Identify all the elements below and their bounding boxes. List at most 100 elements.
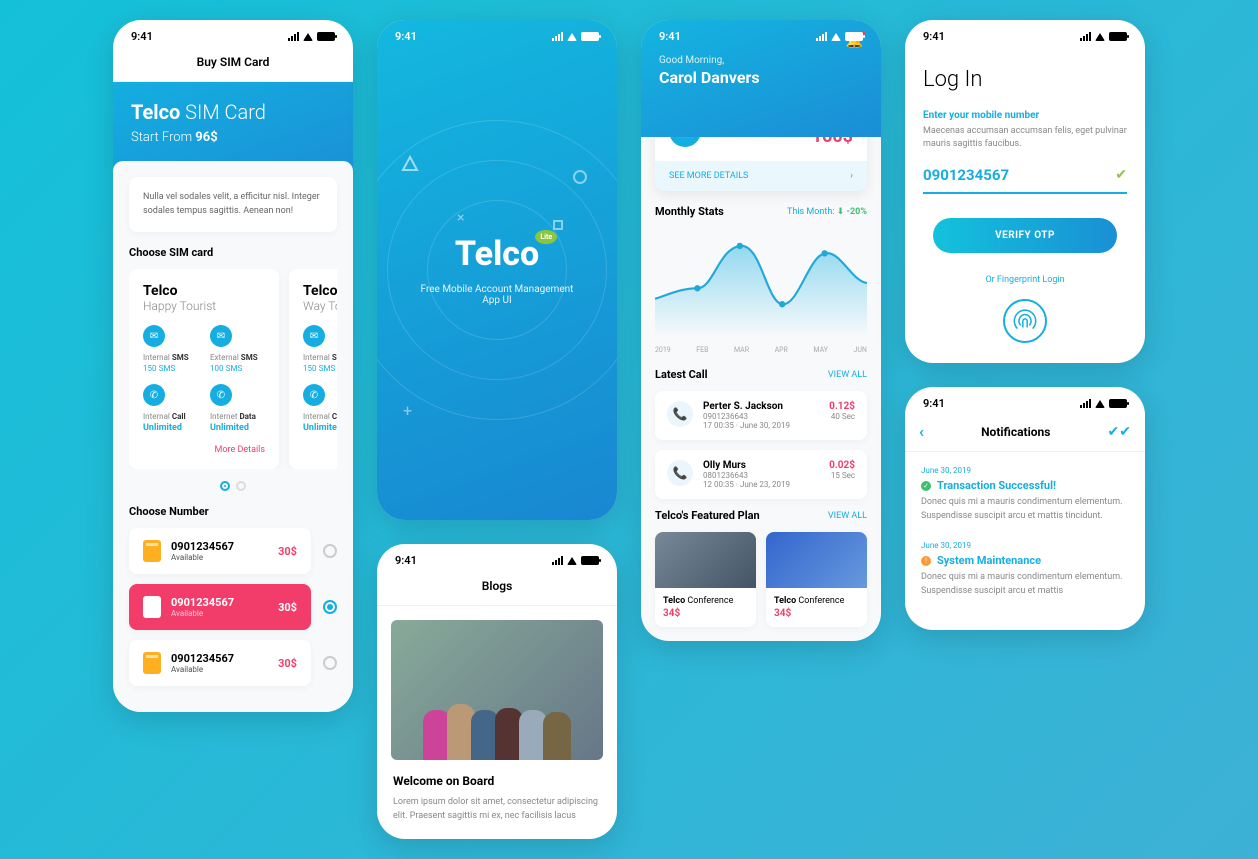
- sim-name: Way To C: [303, 299, 337, 313]
- check-icon: ✔: [1115, 167, 1127, 183]
- status-bar: 9:41: [905, 387, 1145, 414]
- see-more-link[interactable]: SEE MORE DETAILS ›: [655, 161, 867, 191]
- back-icon[interactable]: ‹: [919, 422, 924, 441]
- verify-otp-button[interactable]: VERIFY OTP: [933, 218, 1117, 253]
- status-time: 9:41: [659, 30, 681, 43]
- blog-hero-image[interactable]: [391, 620, 603, 760]
- screen-blogs: 9:41 Blogs Welcome on Board Lorem ipsum …: [377, 544, 617, 839]
- sim-chip-icon: [143, 652, 161, 674]
- phone-icon: 📞: [667, 401, 693, 427]
- hero-title: Telco SIM Card: [131, 100, 335, 124]
- call-icon: ✆: [303, 384, 325, 406]
- view-all-link[interactable]: VIEW ALL: [828, 511, 867, 521]
- status-icons: [288, 32, 335, 41]
- lite-badge: Lite: [535, 230, 557, 244]
- call-row[interactable]: 📞 Olly Murs080123664312 00:35 · June 23,…: [655, 450, 867, 499]
- status-bar: 9:41: [377, 544, 617, 571]
- radio[interactable]: [323, 544, 337, 558]
- status-time: 9:41: [395, 554, 417, 567]
- status-time: 9:41: [131, 30, 153, 43]
- pagination-dots[interactable]: [129, 481, 337, 491]
- screen-splash: 9:41 × + TelcoLite Free Mobile Account M…: [377, 20, 617, 520]
- fingerprint-icon[interactable]: [1003, 299, 1047, 343]
- blog-post-excerpt: Lorem ipsum dolor sit amet, consectetur …: [393, 796, 601, 823]
- choose-number-title: Choose Number: [129, 505, 337, 518]
- screen-buy-sim: 9:41 Buy SIM Card Telco SIM Card Start F…: [113, 20, 353, 712]
- sim-name: Happy Tourist: [143, 299, 265, 313]
- username: Carol Danvers: [659, 68, 863, 87]
- circle-icon: [573, 170, 587, 184]
- triangle-icon: [401, 155, 419, 173]
- sim-chip-icon: [143, 596, 161, 618]
- sim-chip-icon: [143, 540, 161, 562]
- status-icons: [1080, 32, 1127, 41]
- monthly-stats-title: Monthly Stats: [655, 205, 724, 218]
- screen-login: 9:41 Log In Enter your mobile number Mae…: [905, 20, 1145, 363]
- sim-body: Nulla vel sodales velit, a efficitur nis…: [113, 161, 353, 712]
- mobile-label: Enter your mobile number: [923, 110, 1127, 121]
- radio-selected[interactable]: [323, 600, 337, 614]
- plan-card[interactable]: Telco Conference34$: [766, 532, 867, 627]
- sms-icon: ✉: [143, 325, 165, 347]
- status-bar: 9:41: [113, 20, 353, 47]
- notif-item[interactable]: June 30, 2019 ✓Transaction Successful! D…: [921, 466, 1129, 523]
- splash-body: × + TelcoLite Free Mobile Account Manage…: [377, 20, 617, 520]
- sim-brand: Telco: [143, 283, 265, 299]
- notif-title: Notifications: [981, 425, 1050, 439]
- number-row-selected[interactable]: 0901234567Available 30$: [129, 584, 311, 630]
- x-icon: ×: [457, 210, 464, 226]
- number-row[interactable]: 0901234567Available 30$: [129, 640, 311, 686]
- sim-card-list[interactable]: Telco Happy Tourist ✉Internal SMS150 SMS…: [129, 269, 337, 469]
- mobile-value: 0901234567: [923, 166, 1009, 184]
- radio[interactable]: [323, 656, 337, 670]
- plan-card[interactable]: Telco Conference34$: [655, 532, 756, 627]
- plan-image: [655, 532, 756, 588]
- sim-card-way-to[interactable]: Telco Way To C ✉Internal SMS150 SMS ✆Int…: [289, 269, 337, 469]
- chart-axis: 2019FEBMARAPRMAYJUN: [655, 346, 867, 354]
- chevron-right-icon: ›: [850, 171, 853, 181]
- monthly-chart[interactable]: [655, 228, 867, 338]
- status-icons: [552, 32, 599, 41]
- navbar-title: Blogs: [377, 571, 617, 606]
- status-icons: [1080, 399, 1127, 408]
- square-icon: [553, 220, 563, 230]
- login-hint: Maecenas accumsan accumsan felis, eget p…: [923, 125, 1127, 150]
- success-icon: ✓: [921, 481, 931, 491]
- app-logo: TelcoLite: [455, 234, 539, 274]
- greeting: Good Morning,: [659, 55, 863, 66]
- hero-subtitle: Start From 96$: [131, 130, 335, 145]
- featured-plan-title: Telco's Featured Plan: [655, 509, 760, 522]
- status-bar: 9:41: [377, 20, 617, 47]
- dot-active[interactable]: [220, 481, 230, 491]
- call-row[interactable]: 📞 Perter S. Jackson090123664317 00:35 · …: [655, 391, 867, 440]
- latest-call-title: Latest Call: [655, 368, 708, 381]
- notif-item[interactable]: June 30, 2019 !System Maintenance Donec …: [921, 541, 1129, 598]
- call-icon: ✆: [143, 384, 165, 406]
- mark-all-read-icon[interactable]: ✔✔: [1108, 424, 1131, 440]
- this-month-stat: This Month: ⬇ -20%: [787, 207, 867, 217]
- screen-dashboard: 9:41 🔔 Good Morning, Carol Danvers 💳 Pre…: [641, 20, 881, 641]
- plus-icon: +: [403, 401, 412, 420]
- screen-notifications: 9:41 ‹ Notifications ✔✔ June 30, 2019 ✓T…: [905, 387, 1145, 630]
- sim-brand: Telco: [303, 283, 337, 299]
- data-icon: ✆: [210, 384, 232, 406]
- status-bar: 9:41: [905, 20, 1145, 47]
- notif-navbar: ‹ Notifications ✔✔: [905, 414, 1145, 452]
- login-title: Log In: [923, 67, 1127, 92]
- blog-post-title[interactable]: Welcome on Board: [393, 774, 601, 788]
- choose-sim-title: Choose SIM card: [129, 246, 337, 259]
- mobile-input[interactable]: 0901234567 ✔: [923, 166, 1127, 194]
- more-details-link[interactable]: More Details: [143, 445, 265, 455]
- status-bar: 9:41: [641, 20, 881, 47]
- status-time: 9:41: [923, 30, 945, 43]
- sms-icon: ✉: [303, 325, 325, 347]
- sim-description: Nulla vel sodales velit, a efficitur nis…: [129, 177, 337, 232]
- status-time: 9:41: [395, 30, 417, 43]
- view-all-link[interactable]: VIEW ALL: [828, 370, 867, 380]
- dot[interactable]: [236, 481, 246, 491]
- sim-card-happy-tourist[interactable]: Telco Happy Tourist ✉Internal SMS150 SMS…: [129, 269, 279, 469]
- fingerprint-label[interactable]: Or Fingerprint Login: [923, 275, 1127, 285]
- warning-icon: !: [921, 556, 931, 566]
- number-row[interactable]: 0901234567Available 30$: [129, 528, 311, 574]
- sms-icon: ✉: [210, 325, 232, 347]
